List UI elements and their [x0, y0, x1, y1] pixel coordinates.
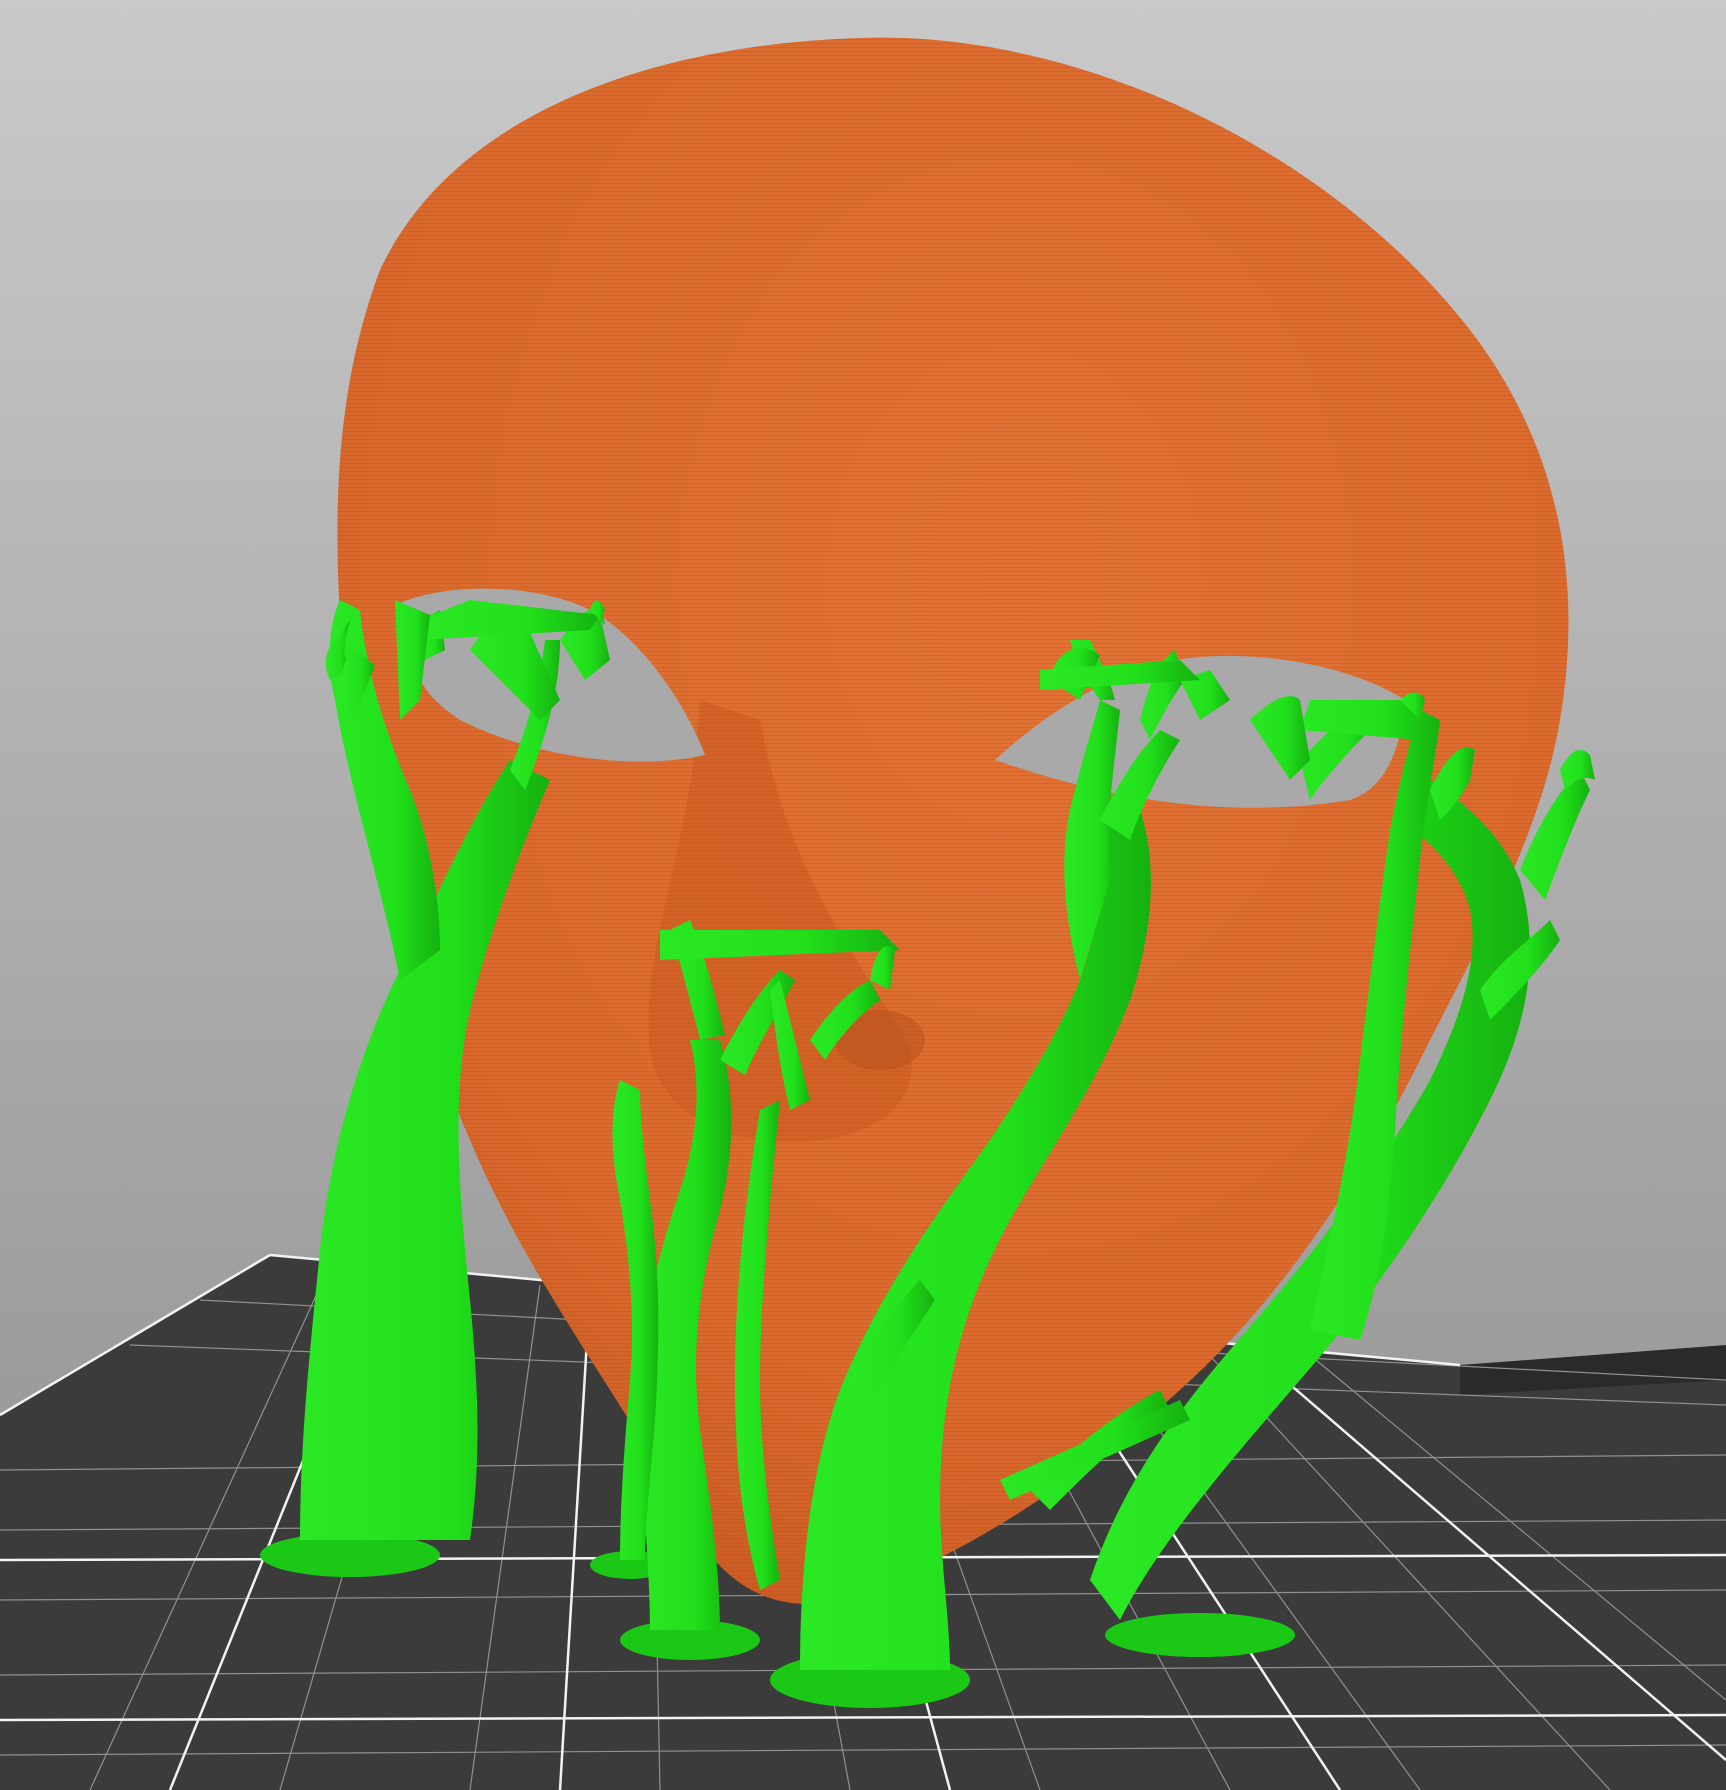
3d-viewport[interactable]: [0, 0, 1726, 1790]
scene-canvas[interactable]: [0, 0, 1726, 1790]
